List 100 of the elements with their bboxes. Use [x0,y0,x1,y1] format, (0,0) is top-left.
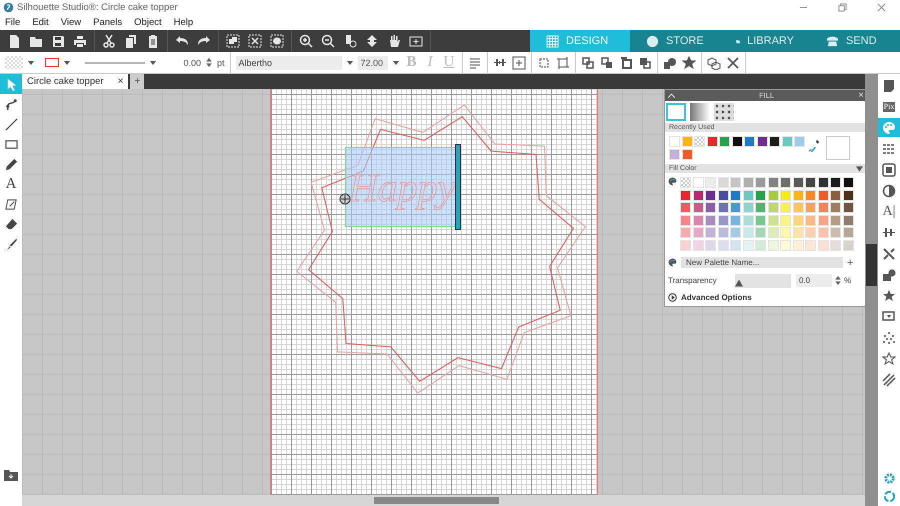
color-swatch[interactable] [792,240,804,250]
nav-tab[interactable]: STORE [630,30,720,52]
menu-item[interactable]: Edit [32,17,49,28]
zoom-out-icon[interactable] [321,34,335,48]
color-swatch[interactable] [768,214,778,226]
color-swatch[interactable] [692,227,704,238]
color-swatch[interactable] [794,136,805,147]
overlap-squares-icon[interactable] [581,56,596,70]
color-swatch[interactable] [742,177,754,188]
color-swatch[interactable] [830,177,841,188]
color-swatch[interactable] [805,240,816,250]
color-swatch[interactable] [818,177,828,188]
color-swatch[interactable] [830,227,841,238]
color-swatch[interactable] [692,214,704,226]
copy-icon[interactable] [124,34,138,48]
move-crosshair-icon[interactable] [339,193,351,205]
color-swatch[interactable] [818,190,828,200]
color-swatch[interactable] [792,202,804,213]
color-swatch[interactable] [792,214,804,226]
spinner-arrows-icon[interactable] [206,57,212,68]
color-swatch[interactable] [705,190,716,200]
close-icon[interactable] [877,3,886,12]
color-swatch[interactable] [842,227,854,238]
color-swatch[interactable] [768,190,778,200]
color-swatch[interactable] [730,240,741,250]
color-swatch[interactable] [755,214,766,226]
color-swatch[interactable] [719,136,730,147]
weld-shapes-icon[interactable] [663,56,678,70]
color-swatch[interactable] [755,227,766,238]
color-swatch[interactable] [680,202,691,213]
zoom-in-icon[interactable] [299,34,313,48]
color-swatch[interactable] [768,240,778,250]
restore-icon[interactable] [838,3,847,12]
color-swatch[interactable] [718,177,728,188]
eyedropper-icon[interactable] [809,138,820,154]
star-icon[interactable] [682,56,696,70]
transparency-field[interactable]: 0.0 [796,274,832,287]
square-outline-icon[interactable] [619,56,634,70]
gear-icon[interactable] [882,472,896,485]
color-swatch[interactable] [805,214,816,226]
dashed-square-icon[interactable] [537,56,552,70]
advanced-options-toggle[interactable]: Advanced Options [665,290,865,306]
color-swatch[interactable] [692,177,704,188]
color-swatch[interactable] [742,227,754,238]
color-swatch[interactable] [755,202,766,213]
color-swatch[interactable] [830,214,841,226]
back-square-icon[interactable] [638,56,652,70]
color-swatch[interactable] [805,227,816,238]
stacked-squares-icon[interactable] [600,56,614,70]
font-size-field[interactable]: 72.00 [358,56,388,70]
pattern-fill-option[interactable] [714,103,734,121]
color-swatch[interactable] [818,227,828,238]
ungroup-icon[interactable] [248,34,262,48]
color-swatch[interactable] [842,190,854,200]
color-swatch[interactable] [705,240,716,250]
color-swatch[interactable] [692,202,704,213]
no-fill-swatch[interactable] [694,136,705,147]
color-swatch[interactable] [705,227,716,238]
fill-pattern-swatch[interactable] [5,56,23,69]
scissors-icon[interactable] [102,34,116,48]
palette-selection-icon[interactable] [270,34,284,48]
nav-tab[interactable]: LIBRARY [720,30,810,52]
color-swatch[interactable] [718,227,728,238]
save-icon[interactable] [51,34,65,48]
color-swatch[interactable] [730,227,741,238]
resize-handle[interactable] [455,144,461,230]
text-panel-button[interactable]: A| [878,202,900,221]
palette-name-field[interactable]: New Palette Name... [681,257,843,268]
color-swatch[interactable] [780,190,791,200]
color-swatch[interactable] [718,214,728,226]
add-frame-icon[interactable] [409,34,423,48]
menu-item[interactable]: View [60,17,82,28]
line-width-field[interactable]: 0.00 [171,58,201,68]
gradient-fill-option[interactable] [690,103,710,121]
print-icon[interactable] [73,34,87,48]
color-swatch[interactable] [818,202,828,213]
color-swatch[interactable] [842,240,854,250]
color-swatch[interactable] [744,136,755,147]
color-swatch[interactable] [768,177,778,188]
color-swatch[interactable] [818,214,828,226]
color-swatch[interactable] [730,190,741,200]
color-swatch[interactable] [805,190,816,200]
color-swatch[interactable] [730,214,741,226]
vertical-scrollbar[interactable] [865,74,878,506]
dropdown-caret-icon[interactable] [346,60,353,64]
menu-item[interactable]: Panels [93,17,122,28]
sync-icon[interactable] [882,490,896,503]
panel-close-button[interactable]: × [858,90,864,100]
color-swatch[interactable] [742,202,754,213]
color-swatch[interactable] [842,177,854,188]
color-swatch[interactable] [842,214,854,226]
color-swatch[interactable] [755,190,766,200]
color-swatch[interactable] [805,202,816,213]
color-swatch[interactable] [682,148,692,160]
color-swatch[interactable] [732,136,742,147]
color-swatch[interactable] [669,148,680,160]
color-swatch[interactable] [705,214,716,226]
color-swatch[interactable] [692,190,704,200]
new-file-icon[interactable] [7,34,21,48]
line-style-icon[interactable] [85,60,145,64]
